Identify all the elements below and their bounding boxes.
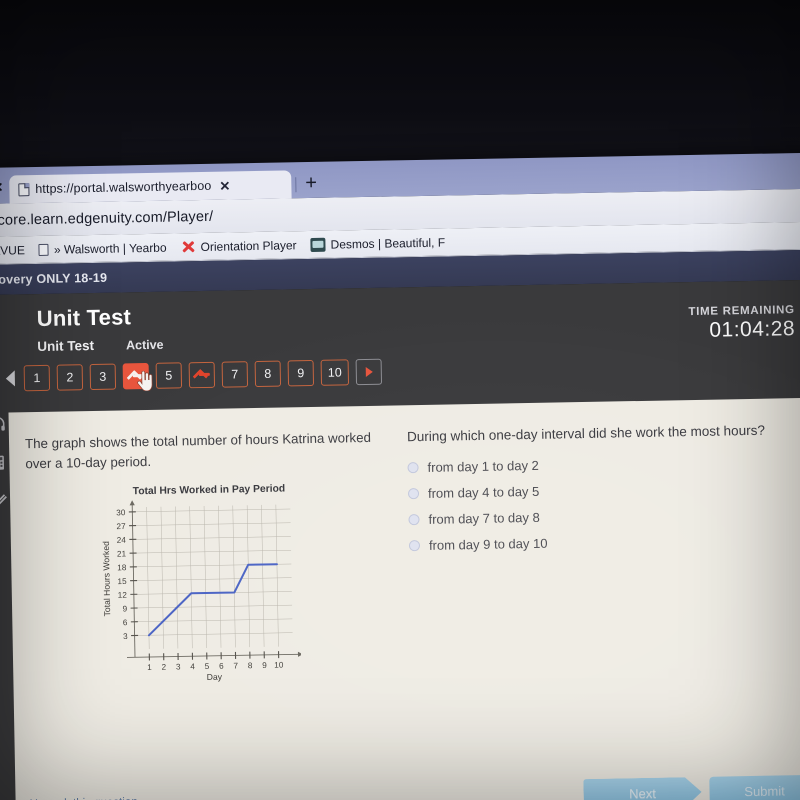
- svg-text:9: 9: [122, 605, 127, 614]
- svg-text:30: 30: [116, 509, 126, 518]
- bookmark-item-walsworth[interactable]: » Walsworth | Yearbo: [38, 240, 167, 257]
- svg-text:3: 3: [123, 632, 128, 641]
- question-left-column: The graph shows the total number of hour…: [25, 427, 402, 800]
- question-nav-button-4-current[interactable]: [122, 362, 153, 392]
- red-x-icon: [180, 239, 195, 254]
- next-button[interactable]: Next: [583, 777, 702, 800]
- assignment-name: Unit Test: [37, 337, 95, 355]
- bookmark-label: Orientation Player: [200, 237, 297, 254]
- time-remaining: TIME REMAINING 01:04:28: [688, 304, 795, 343]
- pencil-icon[interactable]: [0, 493, 7, 509]
- svg-text:8: 8: [248, 662, 253, 671]
- bookmark-label: Desmos | Beautiful, F: [330, 235, 446, 252]
- calculator-icon[interactable]: [0, 455, 7, 471]
- screenshot-root: ✕ https://portal.walsworthyearboo ✕ + 19…: [0, 0, 800, 800]
- bookmark-item-desmos[interactable]: Desmos | Beautiful, F: [310, 235, 446, 252]
- svg-text:9: 9: [262, 661, 267, 670]
- bookmark-label: » Walsworth | Yearbo: [53, 240, 167, 257]
- question-pane: The graph shows the total number of hour…: [8, 397, 800, 800]
- svg-text:Total Hours Worked: Total Hours Worked: [101, 541, 112, 617]
- site-header-text: ecovery ONLY 18-19: [0, 270, 108, 287]
- player-content: The graph shows the total number of hour…: [0, 397, 800, 800]
- question-nav-next-button[interactable]: [355, 358, 383, 386]
- question-nav-button-9[interactable]: 9: [287, 359, 315, 387]
- browser-window: ✕ https://portal.walsworthyearboo ✕ + 19…: [0, 152, 800, 800]
- triangle-right-icon: [365, 366, 373, 378]
- document-icon: [18, 182, 30, 196]
- document-icon: [38, 243, 49, 256]
- radio-button[interactable]: [407, 462, 419, 474]
- question-nav-button-7[interactable]: 7: [221, 361, 249, 388]
- svg-text:27: 27: [116, 522, 126, 531]
- svg-text:21: 21: [117, 550, 127, 559]
- svg-text:3: 3: [176, 663, 181, 672]
- question-stem: The graph shows the total number of hour…: [24, 429, 372, 472]
- tab-divider: [295, 177, 297, 193]
- radio-button[interactable]: [407, 488, 420, 500]
- question-nav-button-8[interactable]: 8: [254, 360, 282, 388]
- time-remaining-value: 01:04:28: [709, 317, 796, 342]
- browser-tab-title: https://portal.walsworthyearboo: [35, 178, 212, 197]
- svg-text:7: 7: [233, 662, 238, 671]
- adjacent-tab-close-icon[interactable]: ✕: [0, 180, 10, 204]
- new-tab-button[interactable]: +: [305, 172, 317, 198]
- svg-text:1: 1: [147, 663, 152, 672]
- unmark-question-link[interactable]: Unmark this question: [30, 796, 138, 800]
- svg-text:24: 24: [117, 536, 127, 545]
- answer-option-label: from day 9 to day 10: [428, 535, 548, 553]
- bookmark-label: entVUE: [0, 242, 25, 258]
- svg-text:6: 6: [123, 619, 128, 628]
- browser-tab[interactable]: https://portal.walsworthyearboo ✕: [9, 170, 292, 204]
- answer-option-label: from day 1 to day 2: [427, 457, 539, 475]
- question-nav-button-6-marked[interactable]: [188, 361, 216, 389]
- radio-button[interactable]: [408, 514, 420, 526]
- player-header: Unit Test Unit Test Active TIME REMAININ…: [0, 280, 800, 413]
- status-badge: Active: [125, 337, 164, 352]
- question-navigation: 1 2 3 5 7 8 9 10: [5, 351, 800, 392]
- monitor-bezel-dark-area: [0, 0, 800, 175]
- question-nav-button-1[interactable]: 1: [23, 364, 51, 392]
- answer-option-label: from day 7 to day 8: [428, 509, 540, 527]
- line-chart: 369121518212427301 2 3 4 5 6 7 8 9 10DayTotal Hou…: [101, 500, 303, 682]
- question-nav-button-2[interactable]: 2: [56, 364, 84, 391]
- bookmark-item-studentvue[interactable]: entVUE: [0, 243, 25, 258]
- edgenuity-player: Unit Test Unit Test Active TIME REMAININ…: [0, 279, 800, 800]
- question-nav-button-10[interactable]: 10: [320, 359, 350, 386]
- desmos-icon: [310, 237, 326, 252]
- chart-container: Total Hrs Worked in Pay Period 3 6 9 12 15 18…: [98, 483, 303, 696]
- back-arrow-icon: [128, 370, 143, 382]
- question-nav-button-5[interactable]: 5: [155, 362, 183, 389]
- page-title: Unit Test: [36, 304, 132, 332]
- footer-spacer: [138, 794, 584, 800]
- svg-text:5: 5: [205, 662, 210, 671]
- svg-text:18: 18: [117, 564, 127, 573]
- time-remaining-label: TIME REMAINING: [688, 304, 795, 319]
- svg-text:6: 6: [219, 662, 224, 671]
- submit-button[interactable]: Submit: [709, 774, 800, 800]
- bookmark-item-orientation-player[interactable]: Orientation Player: [180, 237, 296, 254]
- question-prompt: During which one-day interval did she wo…: [406, 422, 766, 445]
- triangle-left-icon[interactable]: [5, 370, 16, 387]
- radio-button[interactable]: [408, 540, 421, 552]
- answer-option-2[interactable]: from day 4 to day 5: [407, 479, 798, 501]
- svg-text:4: 4: [190, 663, 195, 672]
- svg-text:Day: Day: [207, 672, 223, 682]
- answer-option-4[interactable]: from day 9 to day 10: [408, 531, 799, 553]
- question-right-column: During which one-day interval did she wo…: [407, 420, 800, 800]
- svg-text:12: 12: [118, 591, 128, 600]
- address-bar-url: 19.core.learn.edgenuity.com/Player/: [0, 208, 214, 229]
- answer-option-1[interactable]: from day 1 to day 2: [407, 453, 797, 475]
- svg-text:2: 2: [162, 663, 167, 672]
- close-icon[interactable]: ✕: [219, 178, 230, 193]
- chart-title: Total Hrs Worked in Pay Period: [132, 483, 286, 498]
- answer-option-3[interactable]: from day 7 to day 8: [408, 505, 798, 527]
- back-arrow-icon: [194, 369, 209, 381]
- svg-text:10: 10: [274, 661, 284, 670]
- svg-text:15: 15: [117, 577, 127, 586]
- question-nav-button-3[interactable]: 3: [89, 363, 117, 391]
- audio-icon[interactable]: [0, 417, 6, 433]
- answer-option-label: from day 4 to day 5: [427, 483, 540, 501]
